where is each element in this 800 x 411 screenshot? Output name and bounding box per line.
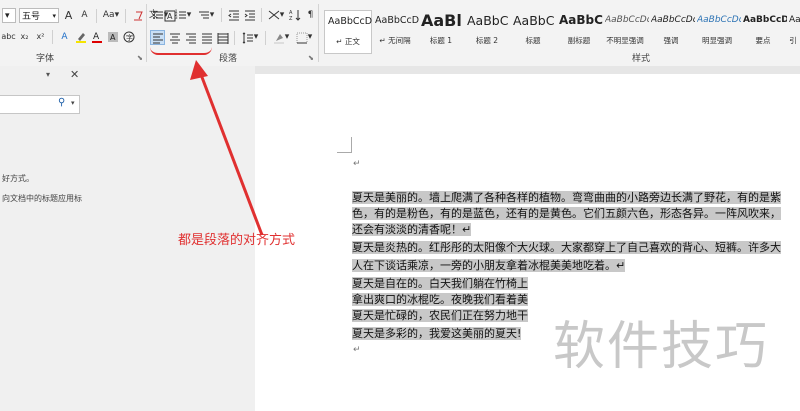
annotation-arrow [190,60,264,236]
annotation-label: 都是段落的对齐方式 [178,233,296,248]
